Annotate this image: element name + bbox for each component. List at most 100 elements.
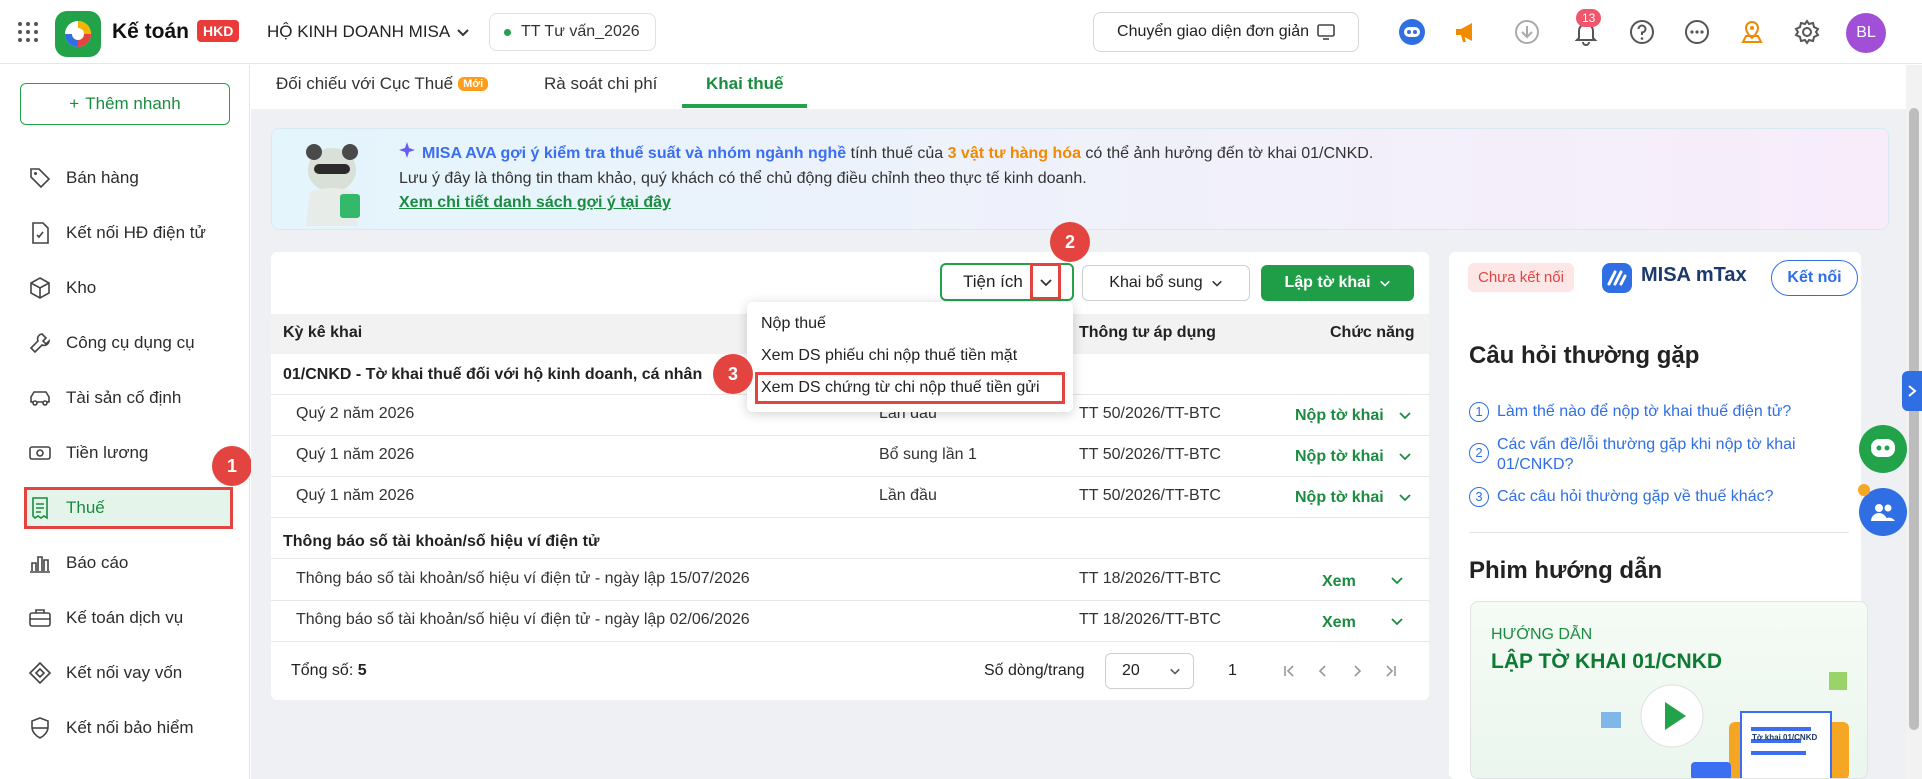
divider <box>1469 532 1849 533</box>
sidebar-item-label: Thuế <box>66 498 105 517</box>
connection-status: Chưa kết nối <box>1468 263 1574 292</box>
active-tab-indicator <box>682 104 807 108</box>
column-action: Chức năng <box>1330 324 1415 341</box>
sidebar-item-tai-san[interactable]: Tài sản cố định <box>28 378 181 418</box>
circular-cell: TT 18/2026/TT-BTC <box>1079 570 1221 587</box>
supplement-label: Khai bổ sung <box>1109 274 1203 291</box>
group-label: 01/CNKD - Tờ khai thuế đối với hộ kinh d… <box>283 366 703 383</box>
sidebar-item-kho[interactable]: Kho <box>28 268 96 308</box>
sidebar-item-tien-luong[interactable]: Tiền lương <box>28 433 148 473</box>
sidebar-item-label: Kho <box>66 278 97 297</box>
chevron-down-icon[interactable] <box>1398 449 1412 463</box>
shield-icon <box>31 717 49 739</box>
sidebar-item-label: Công cụ dụng cụ <box>66 333 195 352</box>
chevron-down-icon <box>1170 668 1180 675</box>
status-dot <box>504 28 511 36</box>
suggestion-detail-link[interactable]: Xem chi tiết danh sách gợi ý tại đây <box>399 194 671 212</box>
chevron-down-icon[interactable] <box>1398 408 1412 422</box>
play-icon[interactable] <box>1640 684 1704 748</box>
create-declaration-button[interactable]: Lập tờ khai <box>1261 265 1414 301</box>
sidebar-item-bao-cao[interactable]: Báo cáo <box>28 543 128 583</box>
rows-per-page-value: 20 <box>1122 662 1140 679</box>
sidebar-item-ban-hang[interactable]: Bán hàng <box>28 158 139 198</box>
side-expand-tab[interactable] <box>1902 371 1922 411</box>
last-page-icon[interactable] <box>1384 664 1398 678</box>
step-marker-2: 2 <box>1050 222 1090 262</box>
sidebar-item-bao-hiem[interactable]: Kết nối bảo hiểm <box>28 708 194 748</box>
chat-icon <box>1871 439 1895 457</box>
workspace-label: TT Tư vấn_2026 <box>521 23 640 40</box>
step-marker-1: 1 <box>212 446 252 486</box>
step-marker-3: 3 <box>713 354 753 394</box>
period-cell: Quý 1 năm 2026 <box>296 487 415 504</box>
invoice-icon <box>32 222 49 244</box>
tab-ra-soat[interactable]: Rà soát chi phí <box>544 74 657 94</box>
sidebar-item-label: Kết nối HĐ điện tử <box>66 223 206 242</box>
sidebar-item-label: Bán hàng <box>66 168 139 187</box>
sidebar-item-cong-cu[interactable]: Công cụ dụng cụ <box>28 323 195 363</box>
help-icon[interactable] <box>1628 18 1656 46</box>
briefcase-icon <box>29 609 51 627</box>
submit-declaration-link[interactable]: Nộp tờ khai <box>1295 448 1384 466</box>
faq-text: Các vấn đề/lỗi thường gặp khi nộp tờ kha… <box>1497 436 1796 473</box>
menu-item-pay-tax[interactable]: Nộp thuế <box>761 315 826 333</box>
megaphone-icon[interactable] <box>1452 18 1480 46</box>
apps-grid-icon[interactable] <box>16 20 40 44</box>
download-icon[interactable] <box>1513 18 1541 46</box>
prev-page-icon[interactable] <box>1316 664 1330 678</box>
robot-icon[interactable] <box>1398 18 1426 46</box>
avatar[interactable]: BL <box>1846 13 1886 53</box>
sidebar-item-vay-von[interactable]: Kết nối vay vốn <box>28 653 182 693</box>
column-period: Kỳ kê khai <box>283 324 363 341</box>
app-logo <box>55 11 101 57</box>
menu-item-cash-vouchers[interactable]: Xem DS phiếu chi nộp thuế tiền mặt <box>761 347 1017 365</box>
period-cell: Quý 1 năm 2026 <box>296 446 415 463</box>
circular-cell: TT 18/2026/TT-BTC <box>1079 611 1221 628</box>
menu-item-deposit-vouchers[interactable]: Xem DS chứng từ chi nộp thuế tiền gửi <box>761 379 1040 397</box>
table-row[interactable] <box>271 436 1429 477</box>
simple-ui-button[interactable]: Chuyển giao diện đơn giản <box>1093 12 1359 52</box>
chevron-down-icon[interactable] <box>1398 490 1412 504</box>
tab-khai-thue[interactable]: Khai thuế <box>706 74 783 94</box>
chevron-down-icon[interactable] <box>1390 573 1404 587</box>
tag-icon <box>30 168 51 189</box>
table-row[interactable] <box>271 477 1429 518</box>
workspace-selector[interactable]: TT Tư vấn_2026 <box>489 13 656 51</box>
view-link[interactable]: Xem <box>1322 614 1356 632</box>
tools-icon <box>29 333 51 354</box>
sidebar-item-ke-toan-dich-vu[interactable]: Kế toán dịch vụ <box>28 598 183 638</box>
faq-link-2[interactable]: 2 Các vấn đề/lỗi thường gặp khi nộp tờ kh… <box>1469 435 1849 475</box>
chat-bot-button[interactable] <box>1859 425 1907 473</box>
view-link[interactable]: Xem <box>1322 573 1356 591</box>
chevron-down-icon <box>1379 280 1390 287</box>
next-page-icon[interactable] <box>1350 664 1364 678</box>
chevron-down-icon[interactable] <box>456 25 470 39</box>
gear-icon[interactable] <box>1793 18 1821 46</box>
chevron-down-icon[interactable] <box>1390 614 1404 628</box>
submit-declaration-link[interactable]: Nộp tờ khai <box>1295 489 1384 507</box>
utilities-dropdown-toggle[interactable] <box>1030 263 1061 300</box>
faq-text: Làm thế nào để nộp tờ khai thuế điện tử? <box>1497 403 1792 420</box>
tab-doi-chieu[interactable]: Đối chiếu với Cục Thuế Mới <box>276 74 489 94</box>
create-label: Lập tờ khai <box>1284 274 1371 291</box>
sidebar-item-ket-noi-hd[interactable]: Kết nối HĐ điện tử <box>28 213 206 253</box>
more-icon[interactable] <box>1683 18 1711 46</box>
submit-declaration-link[interactable]: Nộp tờ khai <box>1295 407 1384 425</box>
scrollbar-thumb[interactable] <box>1909 108 1919 730</box>
number-icon: 2 <box>1469 443 1489 463</box>
sidebar-item-label: Báo cáo <box>66 553 129 572</box>
simple-ui-label: Chuyển giao diện đơn giản <box>1117 23 1309 40</box>
sidebar-item-thue[interactable]: Thuế <box>28 488 105 528</box>
location-icon[interactable] <box>1738 18 1766 46</box>
business-selector[interactable]: HỘ KINH DOANH MISA <box>267 22 450 42</box>
connect-button[interactable]: Kết nối <box>1771 260 1858 296</box>
sparkle-icon <box>399 142 416 159</box>
rows-per-page-select[interactable]: 20 <box>1105 653 1194 689</box>
first-page-icon[interactable] <box>1282 664 1296 678</box>
faq-link-3[interactable]: 3 Các câu hỏi thường gặp về thuế khác? <box>1469 487 1849 507</box>
app-badge: HKD <box>197 20 240 42</box>
faq-link-1[interactable]: 1 Làm thế nào để nộp tờ khai thuế điện tử… <box>1469 402 1849 422</box>
quick-add-button[interactable]: + Thêm nhanh <box>20 83 230 125</box>
supplement-button[interactable]: Khai bổ sung <box>1082 265 1250 301</box>
banner-text: có thể ảnh hưởng đến tờ khai 01/CNKD. <box>1080 145 1374 162</box>
